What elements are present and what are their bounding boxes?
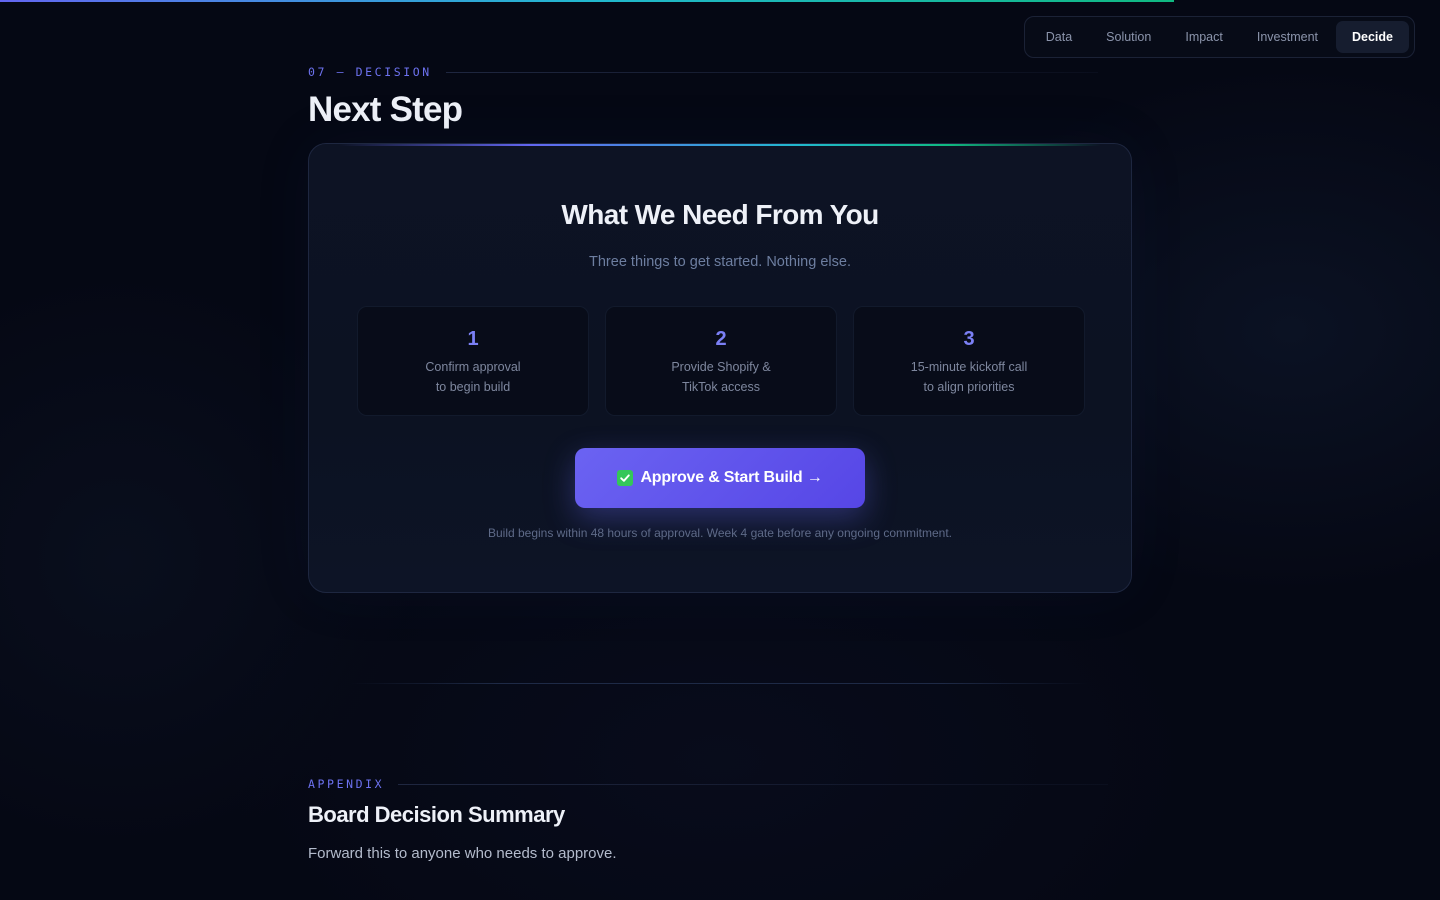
nav-item-impact[interactable]: Impact xyxy=(1169,21,1239,53)
decision-card: What We Need From You Three things to ge… xyxy=(308,143,1132,593)
scroll-progress-bar xyxy=(0,0,1440,2)
step-card: 2 Provide Shopify & TikTok access xyxy=(605,306,837,416)
card-accent-line xyxy=(339,144,1101,146)
scroll-progress-fill xyxy=(0,0,1174,2)
appendix-label-rule xyxy=(398,783,1108,785)
card-heading: What We Need From You xyxy=(561,199,879,230)
step-description: Provide Shopify & TikTok access xyxy=(606,357,836,397)
step-line: Provide Shopify & xyxy=(671,360,771,374)
approve-button-label: Approve & Start Build → xyxy=(640,469,823,486)
appendix-label: APPENDIX xyxy=(308,777,385,791)
step-card: 3 15-minute kickoff call to align priori… xyxy=(853,306,1085,416)
step-description: Confirm approval to begin build xyxy=(358,357,588,397)
card-subheading: Three things to get started. Nothing els… xyxy=(589,254,851,270)
section-label: 07 — DECISION xyxy=(308,65,432,79)
section-divider xyxy=(350,683,1090,684)
step-number: 3 xyxy=(963,328,975,350)
step-number: 2 xyxy=(715,328,727,350)
step-line: TikTok access xyxy=(681,380,761,394)
section-nav: Data Solution Impact Investment Decide xyxy=(1023,16,1415,58)
approve-start-build-button[interactable]: Approve & Start Build → xyxy=(575,448,865,508)
step-line: to align priorities xyxy=(923,380,1015,394)
step-card: 1 Confirm approval to begin build xyxy=(357,306,589,416)
step-description: 15-minute kickoff call to align prioriti… xyxy=(854,357,1084,397)
nav-item-solution[interactable]: Solution xyxy=(1090,21,1167,53)
step-line: to begin build xyxy=(435,380,511,394)
appendix-subtitle: Forward this to anyone who needs to appr… xyxy=(308,845,617,862)
steps-list: 1 Confirm approval to begin build 2 Prov… xyxy=(357,306,1085,416)
nav-item-data[interactable]: Data xyxy=(1030,21,1088,53)
step-number: 1 xyxy=(467,328,479,350)
step-line: Confirm approval xyxy=(425,360,521,374)
check-box-icon xyxy=(617,470,634,486)
cta-footnote: Build begins within 48 hours of approval… xyxy=(487,526,953,540)
page-title: Next Step xyxy=(308,90,463,129)
nav-item-decide[interactable]: Decide xyxy=(1336,21,1409,53)
section-eyebrow: 07 — DECISION xyxy=(308,65,1098,79)
step-line: 15-minute kickoff call xyxy=(910,360,1028,374)
appendix-title: Board Decision Summary xyxy=(308,802,565,827)
appendix-eyebrow: APPENDIX xyxy=(308,777,1108,791)
section-label-rule xyxy=(445,71,1098,73)
nav-item-investment[interactable]: Investment xyxy=(1241,21,1334,53)
